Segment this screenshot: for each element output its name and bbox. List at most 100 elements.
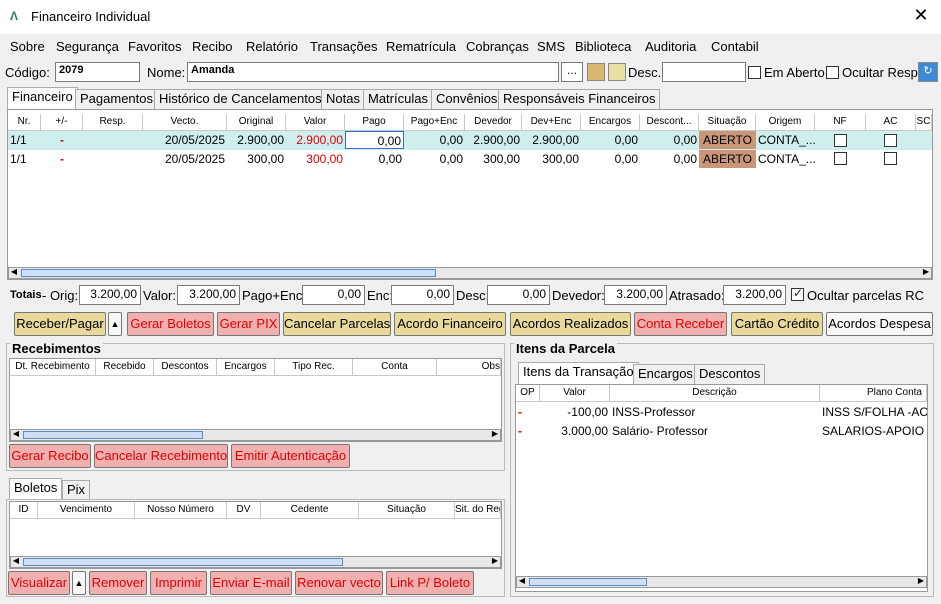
col-header[interactable]: Plano Conta (820, 385, 927, 402)
emitir-autenticacao-button[interactable]: Emitir Autenticação (231, 444, 350, 468)
col-header[interactable]: Sit. do Reg (455, 502, 501, 519)
scroll-left-icon[interactable]: ◀ (9, 267, 19, 276)
tab-boletos[interactable]: Boletos (9, 478, 63, 500)
col-header[interactable]: Situação (699, 114, 756, 131)
tab-notas[interactable]: Notas (321, 89, 365, 109)
col-header[interactable]: Valor (286, 114, 345, 131)
menu-relatorio[interactable]: Relatório (246, 39, 298, 54)
tab-responsaveis[interactable]: Responsáveis Financeiros (498, 89, 661, 109)
tab-itens-transacao[interactable]: Itens da Transação (518, 362, 639, 384)
edit-icon[interactable] (608, 63, 626, 81)
col-header[interactable]: Nosso Número (135, 502, 227, 519)
menu-sms[interactable]: SMS (537, 39, 565, 54)
scroll-right-icon[interactable]: ▶ (490, 556, 500, 565)
table-hscrollbar[interactable]: ◀ ▶ (8, 267, 932, 279)
em-aberto-checkbox[interactable] (748, 66, 761, 79)
col-header[interactable]: Origem (756, 114, 815, 131)
col-header[interactable]: +/- (41, 114, 83, 131)
nf-checkbox[interactable] (834, 152, 847, 165)
receber-dropdown-icon[interactable]: ▲ (108, 312, 122, 336)
boletos-hscrollbar[interactable]: ◀ ▶ (10, 556, 501, 568)
gerar-boletos-button[interactable]: Gerar Boletos (127, 312, 214, 336)
col-header[interactable]: Valor (540, 385, 610, 402)
desc-input[interactable] (662, 62, 746, 82)
scroll-thumb[interactable] (23, 431, 203, 439)
remover-button[interactable]: Remover (89, 571, 147, 595)
tab-financeiro[interactable]: Financeiro (7, 87, 78, 109)
tab-pagamentos[interactable]: Pagamentos (75, 89, 158, 109)
cell-pago-editor[interactable]: 0,00 (345, 131, 404, 149)
menu-rematricula[interactable]: Rematrícula (386, 39, 456, 54)
col-header[interactable]: Resp. (83, 114, 143, 131)
visualizar-dropdown-icon[interactable]: ▲ (72, 571, 86, 595)
col-header[interactable]: Nr. (8, 114, 41, 131)
col-header[interactable]: Pago+Enc (404, 114, 465, 131)
scroll-left-icon[interactable]: ◀ (11, 556, 21, 565)
col-header[interactable]: Encargos (581, 114, 640, 131)
col-header[interactable]: Descrição (610, 385, 820, 402)
col-header[interactable]: Vecto. (143, 114, 227, 131)
refresh-icon[interactable]: ↻ (918, 62, 938, 82)
col-header[interactable]: Pago (345, 114, 404, 131)
receber-pagar-button[interactable]: Receber/Pagar (14, 312, 106, 336)
scroll-thumb[interactable] (21, 269, 436, 277)
ocultar-resp-checkbox[interactable] (826, 66, 839, 79)
col-header[interactable]: Original (227, 114, 286, 131)
tab-descontos[interactable]: Descontos (694, 364, 766, 384)
col-header[interactable]: ID (10, 502, 38, 519)
nf-checkbox[interactable] (834, 134, 847, 147)
col-header[interactable]: OP (516, 385, 540, 402)
col-header[interactable]: AC (866, 114, 916, 131)
tab-matriculas[interactable]: Matrículas (363, 89, 433, 109)
ocultar-rc-checkbox[interactable] (791, 286, 804, 301)
menu-biblioteca[interactable]: Biblioteca (575, 39, 631, 54)
col-header[interactable]: Vencimento (38, 502, 135, 519)
menu-favoritos[interactable]: Favoritos (128, 39, 181, 54)
menu-auditoria[interactable]: Auditoria (645, 39, 696, 54)
search-button[interactable]: ... (561, 62, 583, 82)
visualizar-button[interactable]: Visualizar (8, 571, 70, 595)
itens-hscrollbar[interactable]: ◀ ▶ (516, 576, 927, 588)
tab-pix[interactable]: Pix (62, 480, 91, 500)
col-header[interactable]: Devedor (465, 114, 522, 131)
col-header[interactable]: SC (916, 114, 932, 131)
conta-receber-button[interactable]: Conta Receber (634, 312, 727, 336)
gerar-recibo-button[interactable]: Gerar Recibo (9, 444, 91, 468)
calendar-icon[interactable] (587, 63, 605, 81)
imprimir-button[interactable]: Imprimir (150, 571, 207, 595)
scroll-thumb[interactable] (529, 578, 647, 586)
col-header[interactable]: DV (227, 502, 261, 519)
menu-contabil[interactable]: Contabil (711, 39, 759, 54)
scroll-thumb[interactable] (23, 558, 343, 566)
col-header[interactable]: Situação (359, 502, 455, 519)
gerar-pix-button[interactable]: Gerar PIX (217, 312, 280, 336)
tab-encargos[interactable]: Encargos (633, 364, 698, 384)
cancelar-parcelas-button[interactable]: Cancelar Parcelas (283, 312, 391, 336)
acordo-financeiro-button[interactable]: Acordo Financeiro (394, 312, 506, 336)
col-header[interactable]: Cedente (261, 502, 359, 519)
menu-seguranca[interactable]: Segurança (56, 39, 119, 54)
menu-sobre[interactable]: Sobre (10, 39, 45, 54)
scroll-right-icon[interactable]: ▶ (921, 267, 931, 276)
menu-cobrancas[interactable]: Cobranças (466, 39, 529, 54)
scroll-left-icon[interactable]: ◀ (517, 576, 527, 585)
col-header[interactable]: Dev+Enc (522, 114, 581, 131)
nome-input[interactable]: Amanda (187, 62, 559, 82)
renovar-vecto-button[interactable]: Renovar vecto (295, 571, 383, 595)
recebimentos-hscrollbar[interactable]: ◀ ▶ (10, 429, 501, 441)
acordos-realizados-button[interactable]: Acordos Realizados (510, 312, 631, 336)
tab-convenios[interactable]: Convênios (431, 89, 503, 109)
enviar-email-button[interactable]: Enviar E-mail (210, 571, 292, 595)
tab-historico[interactable]: Histórico de Cancelamentos (154, 89, 327, 109)
cartao-credito-button[interactable]: Cartão Crédito (731, 312, 823, 336)
col-header[interactable]: NF (815, 114, 866, 131)
scroll-right-icon[interactable]: ▶ (490, 429, 500, 438)
cancelar-recebimento-button[interactable]: Cancelar Recebimento (94, 444, 228, 468)
link-boleto-button[interactable]: Link P/ Boleto (386, 571, 474, 595)
menu-transacoes[interactable]: Transações (310, 39, 377, 54)
menu-recibo[interactable]: Recibo (192, 39, 232, 54)
col-header[interactable]: Descont... (640, 114, 699, 131)
scroll-left-icon[interactable]: ◀ (11, 429, 21, 438)
acordos-despesa-button[interactable]: Acordos Despesa (826, 312, 933, 336)
scroll-right-icon[interactable]: ▶ (916, 576, 926, 585)
